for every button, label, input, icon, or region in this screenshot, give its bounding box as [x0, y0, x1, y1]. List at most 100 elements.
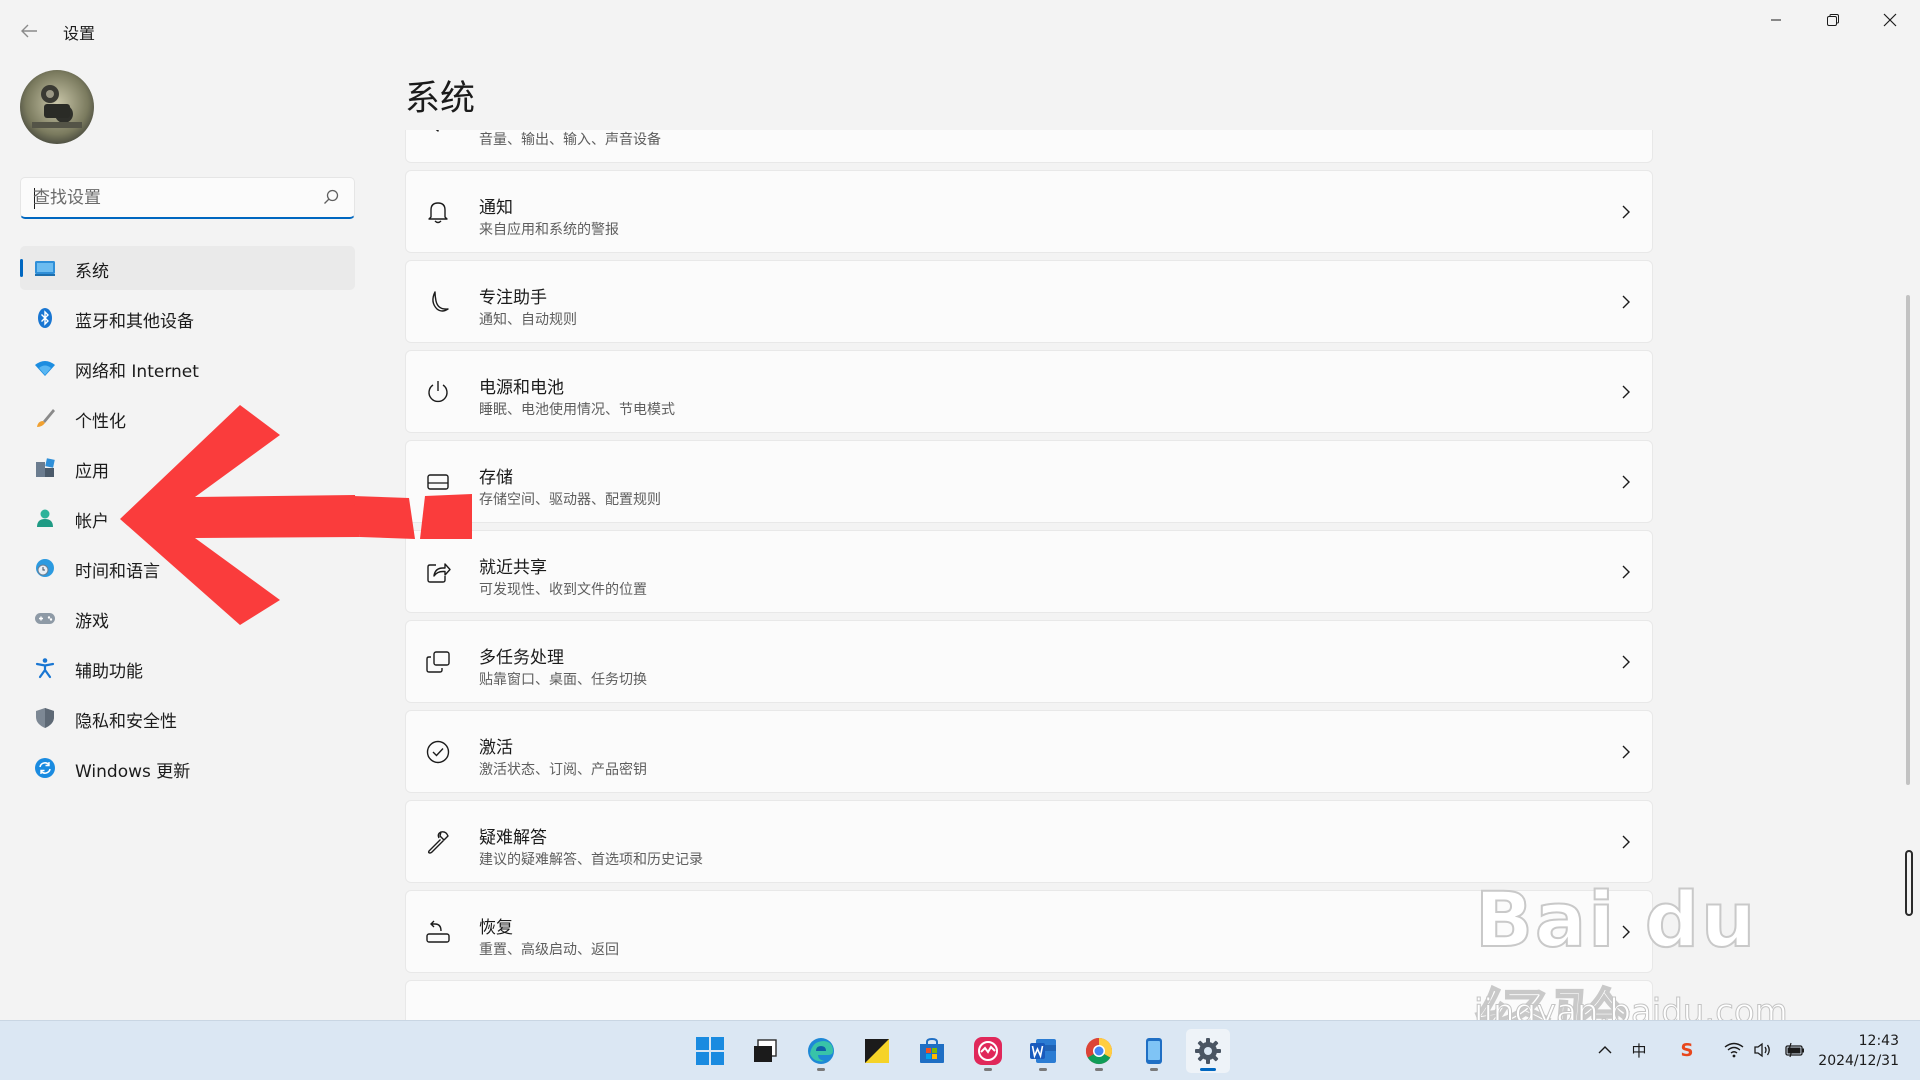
moon-icon	[425, 289, 451, 315]
sticky-notes-icon	[865, 1039, 889, 1063]
restore-button[interactable]	[1805, 4, 1861, 36]
monitor-icon	[34, 257, 56, 279]
brush-icon	[34, 407, 56, 429]
settings-item-focus[interactable]: 专注助手 通知、自动规则	[405, 260, 1653, 343]
chevron-right-icon	[1622, 655, 1630, 669]
minimize-button[interactable]	[1748, 4, 1804, 36]
sidebar-item-windows-update[interactable]: Windows 更新	[20, 746, 355, 790]
bluetooth-icon	[34, 307, 56, 329]
settings-item-title: 激活	[479, 738, 513, 758]
close-button[interactable]	[1862, 4, 1918, 36]
settings-item-subtitle: 可发现性、收到文件的位置	[479, 582, 647, 598]
sogou-ime-icon[interactable]: S	[1676, 1039, 1698, 1061]
sidebar-item-network[interactable]: 网络和 Internet	[20, 346, 355, 390]
running-indicator	[1095, 1068, 1103, 1071]
sidebar-item-label: 系统	[75, 262, 109, 282]
settings-item-subtitle: 建议的疑难解答、首选项和历史记录	[479, 852, 703, 868]
settings-item-power[interactable]: 电源和电池 睡眠、电池使用情况、节电模式	[405, 350, 1653, 433]
clock-date: 2024/12/31	[1818, 1053, 1899, 1069]
annotation-arrow	[120, 405, 472, 625]
shield-icon	[34, 707, 56, 729]
multitask-icon	[425, 649, 451, 675]
sidebar-item-label: 蓝牙和其他设备	[75, 312, 194, 332]
settings-item-subtitle: 激活状态、订阅、产品密钥	[479, 762, 647, 778]
globe-clock-icon	[34, 557, 56, 579]
sidebar-item-privacy[interactable]: 隐私和安全性	[20, 696, 355, 740]
chevron-right-icon	[1622, 475, 1630, 489]
bell-icon	[425, 199, 451, 225]
task-view-button[interactable]	[743, 1029, 787, 1073]
running-indicator	[1150, 1068, 1158, 1071]
sidebar-item-bluetooth[interactable]: 蓝牙和其他设备	[20, 296, 355, 340]
settings-item-subtitle: 重置、高级启动、返回	[479, 942, 619, 958]
sidebar-item-label: 辅助功能	[75, 662, 143, 682]
chrome-icon	[1085, 1037, 1113, 1065]
tray-overflow-chevron-icon[interactable]	[1594, 1039, 1616, 1061]
settings-item-multitasking[interactable]: 多任务处理 贴靠窗口、桌面、任务切换	[405, 620, 1653, 703]
settings-item-recovery[interactable]: 恢复 重置、高级启动、返回	[405, 890, 1653, 973]
sidebar-item-system[interactable]: 系统	[20, 246, 355, 290]
taskbar-store[interactable]	[910, 1029, 954, 1073]
taskbar-sticky-notes[interactable]	[855, 1029, 899, 1073]
scrollbar-thumb[interactable]	[1905, 850, 1913, 916]
taskbar-edge[interactable]	[799, 1029, 843, 1073]
settings-item-activation[interactable]: 激活 激活状态、订阅、产品密钥	[405, 710, 1653, 793]
settings-item-subtitle: 通知、自动规则	[479, 312, 577, 328]
settings-item-storage[interactable]: 存储 存储空间、驱动器、配置规则	[405, 440, 1653, 523]
task-view-icon	[754, 1039, 777, 1062]
taskbar-settings[interactable]	[1186, 1029, 1230, 1073]
settings-item-subtitle: 来自应用和系统的警报	[479, 222, 619, 238]
settings-item-notifications[interactable]: 通知 来自应用和系统的警报	[405, 170, 1653, 253]
start-button[interactable]	[688, 1029, 732, 1073]
app-title: 设置	[63, 24, 96, 43]
word-icon	[1030, 1039, 1056, 1063]
sidebar-item-label: 隐私和安全性	[75, 712, 177, 732]
back-button[interactable]	[14, 16, 44, 46]
settings-item-subtitle: 音量、输出、输入、声音设备	[479, 132, 661, 148]
sidebar-item-accessibility[interactable]: 辅助功能	[20, 646, 355, 690]
scrollbar-track[interactable]	[1906, 295, 1910, 785]
settings-item-title: 疑难解答	[479, 828, 547, 848]
phone-icon	[1146, 1038, 1162, 1064]
sidebar-item-label: 游戏	[75, 612, 109, 632]
clock-time: 12:43	[1858, 1033, 1899, 1049]
sidebar-item-label: 帐户	[75, 512, 109, 532]
settings-item-nearby-sharing[interactable]: 就近共享 可发现性、收到文件的位置	[405, 530, 1653, 613]
settings-item-sound[interactable]: 声音 音量、输出、输入、声音设备	[405, 130, 1653, 163]
apps-icon	[34, 457, 56, 479]
chevron-right-icon	[1622, 745, 1630, 759]
chevron-right-icon	[1622, 205, 1630, 219]
close-icon	[1883, 13, 1897, 27]
search-box[interactable]	[20, 177, 355, 219]
restore-icon	[1827, 14, 1839, 26]
taskbar-chrome[interactable]	[1077, 1029, 1121, 1073]
red-app-icon	[974, 1037, 1002, 1065]
active-indicator	[1200, 1068, 1216, 1071]
system-clock[interactable]: 12:43 2024/12/31	[1818, 1031, 1899, 1071]
settings-item-title: 电源和电池	[479, 378, 564, 398]
title-bar: 设置	[0, 0, 1920, 60]
power-icon	[425, 379, 451, 405]
settings-item-subtitle: 存储空间、驱动器、配置规则	[479, 492, 661, 508]
sidebar-item-label: 应用	[75, 462, 109, 482]
running-indicator	[984, 1068, 992, 1071]
settings-item-title: 多任务处理	[479, 648, 564, 668]
settings-list: 声音 音量、输出、输入、声音设备 通知 来自应用和系统的警报 专注助手 通知、自…	[405, 130, 1655, 1020]
settings-item-title: 通知	[479, 198, 513, 218]
ime-indicator[interactable]: 中	[1628, 1039, 1650, 1061]
gamepad-icon	[34, 607, 56, 629]
chevron-right-icon	[1620, 130, 1632, 131]
taskbar-phone-link[interactable]	[1132, 1029, 1176, 1073]
taskbar-word[interactable]	[1021, 1029, 1065, 1073]
avatar[interactable]	[20, 70, 94, 144]
taskbar-red-app[interactable]	[966, 1029, 1010, 1073]
battery-icon[interactable]	[1784, 1039, 1806, 1061]
windows-logo-icon	[696, 1037, 724, 1065]
search-icon[interactable]	[322, 188, 340, 206]
settings-item-title: 存储	[479, 468, 513, 488]
search-input[interactable]	[33, 186, 313, 210]
volume-icon[interactable]	[1752, 1039, 1774, 1061]
wifi-status-icon[interactable]	[1723, 1039, 1745, 1061]
settings-item-partial[interactable]	[405, 980, 1653, 1020]
settings-item-troubleshoot[interactable]: 疑难解答 建议的疑难解答、首选项和历史记录	[405, 800, 1653, 883]
